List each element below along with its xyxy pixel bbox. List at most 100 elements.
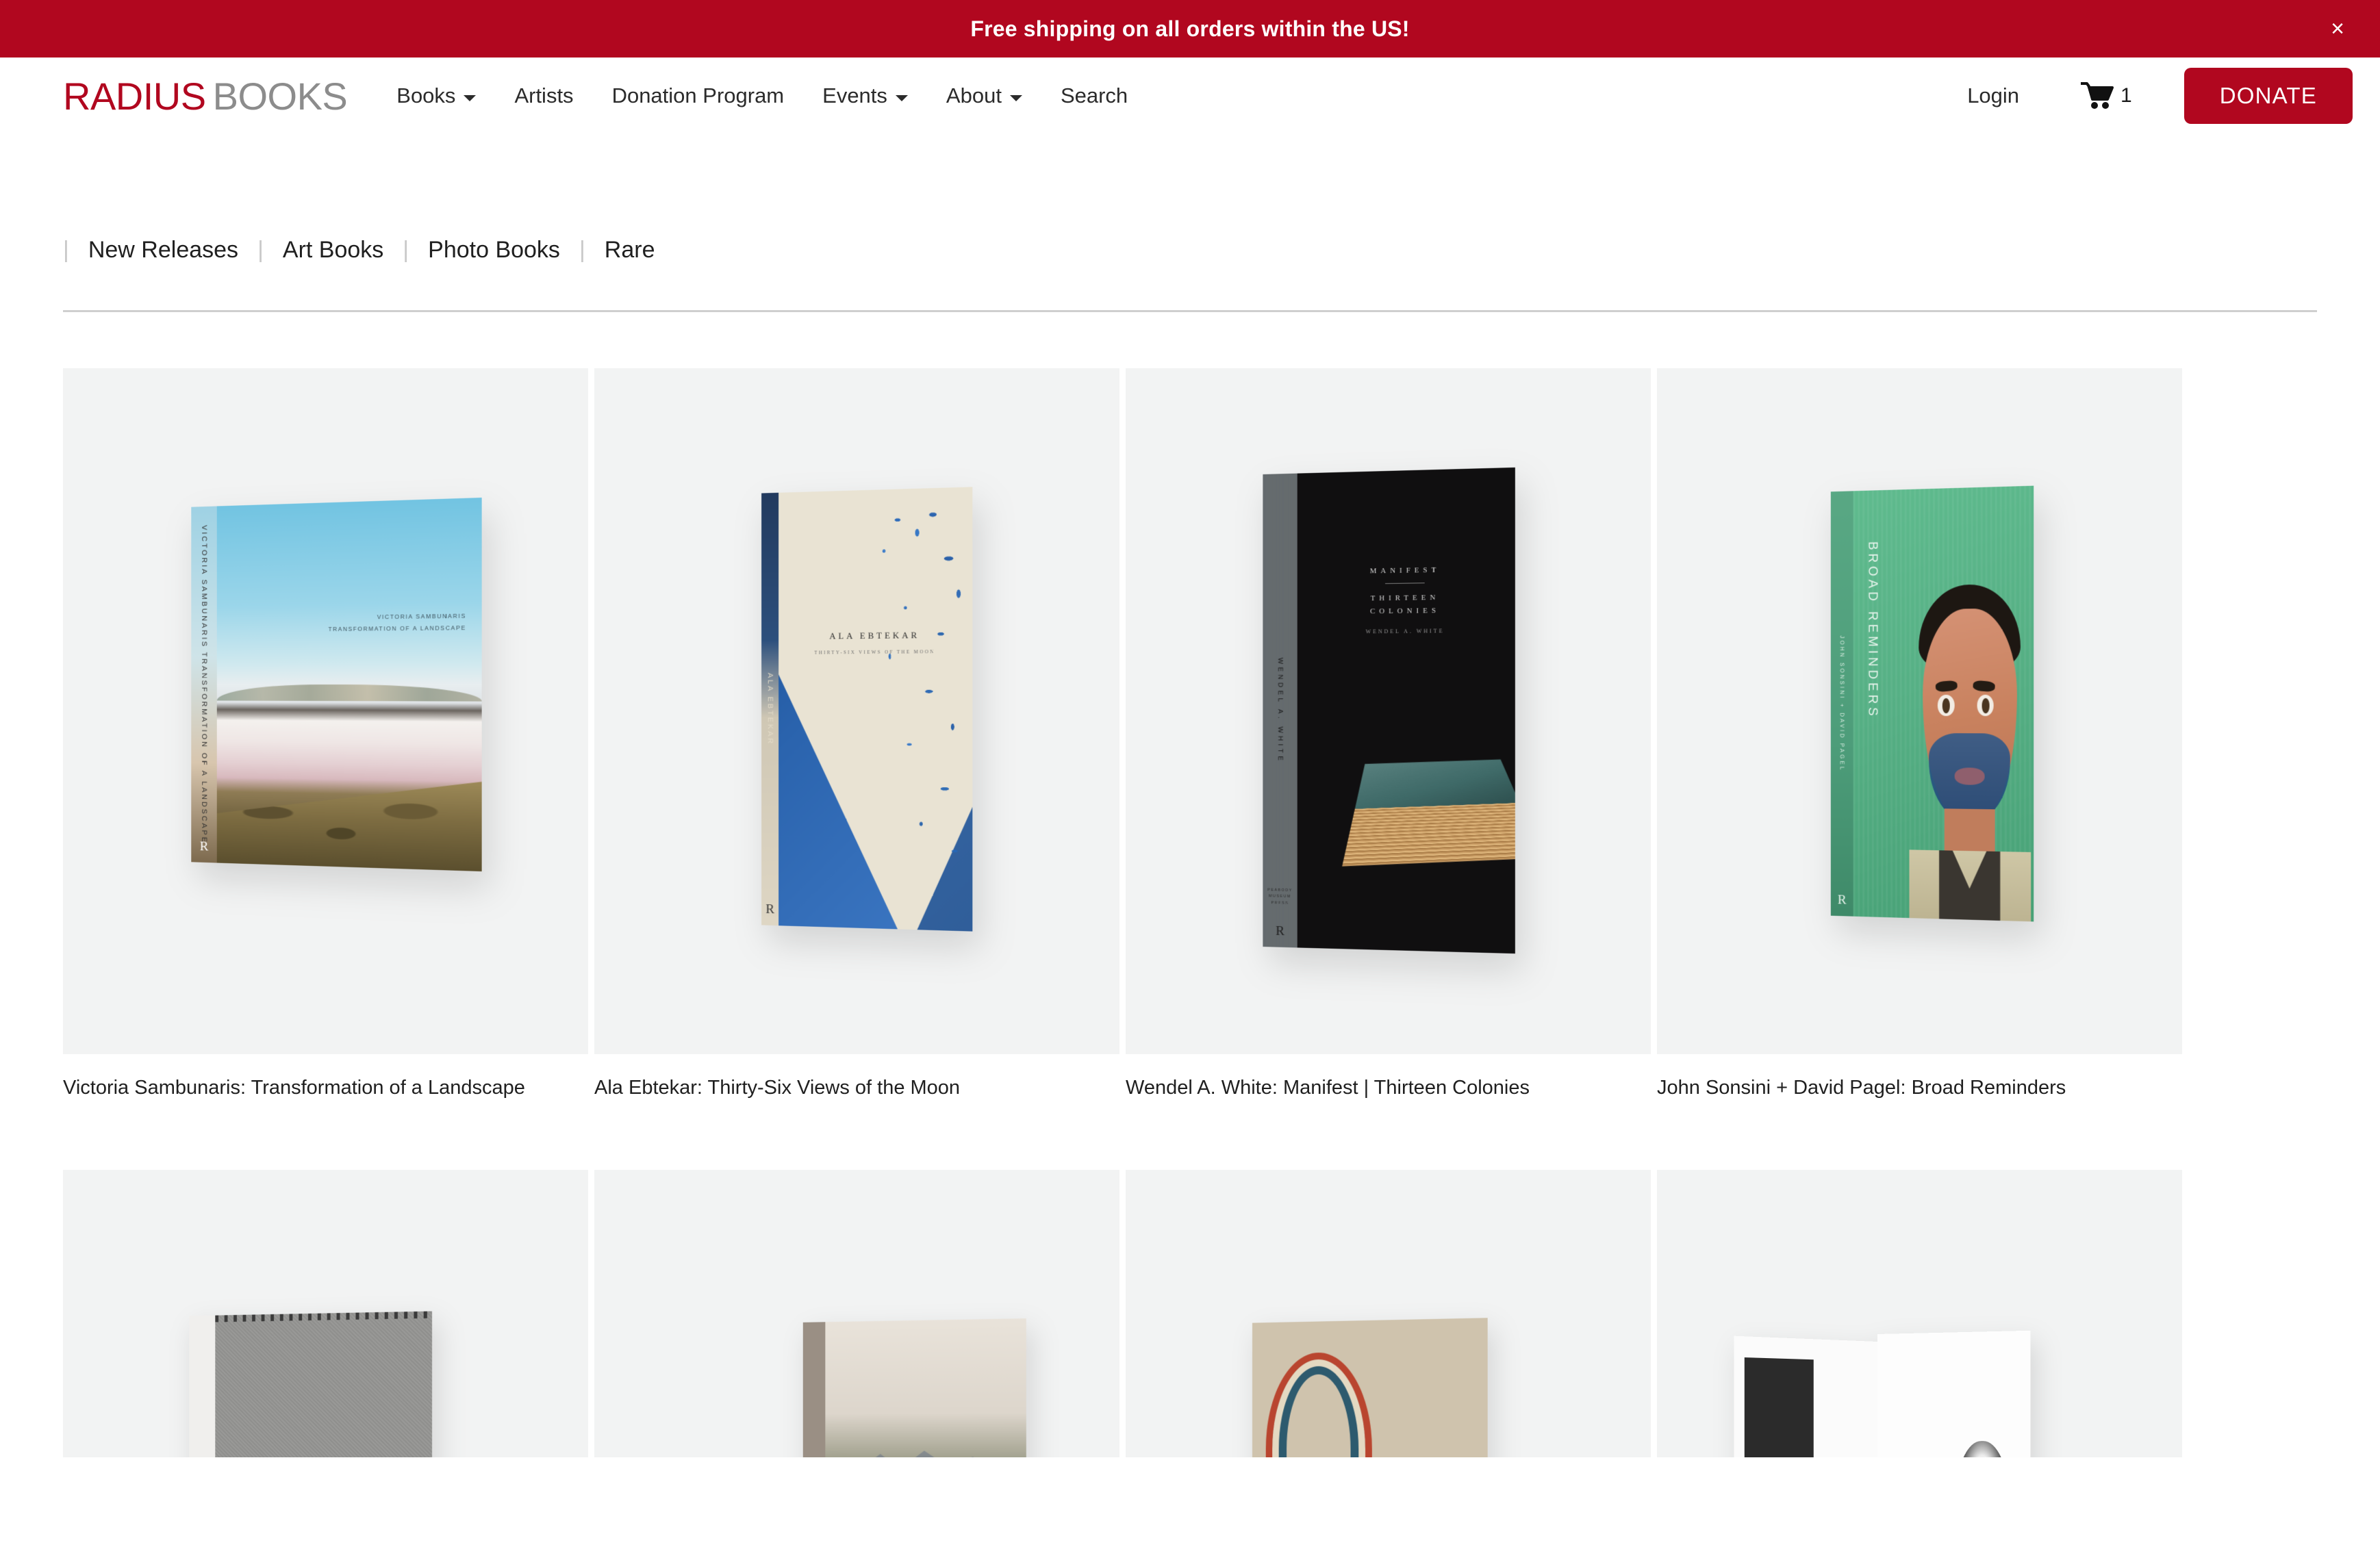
announcement-banner: Free shipping on all orders within the U… (0, 0, 2380, 57)
book-left-page (1734, 1336, 1894, 1457)
nav-item-artists[interactable]: Artists (514, 84, 573, 108)
product-cover-image[interactable] (1657, 1170, 2182, 1457)
tab-new-releases[interactable]: New Releases (88, 237, 238, 264)
cover-author: VICTORIA SAMBUNARIS (328, 610, 466, 624)
product-card[interactable]: WENDEL A. WHITE PEABODY MUSEUM PRESS R M… (1126, 368, 1651, 1101)
nav-label: Artists (514, 84, 573, 108)
book-spine: ALA EBTEKAR R (761, 493, 778, 925)
cart-button[interactable]: 1 (2079, 81, 2132, 111)
login-link[interactable]: Login (1967, 84, 2019, 108)
book-front-cover (215, 1312, 432, 1458)
book-render-open (1739, 1334, 2027, 1457)
book-render: ALA EBTEKAR R ALA EBTEKAR THIRTY-SIX VIE… (761, 487, 972, 931)
portrait-pupil-left (1942, 698, 1950, 713)
cover-portrait-painting (1906, 573, 2034, 921)
book-spine: WENDEL A. WHITE PEABODY MUSEUM PRESS R (1263, 474, 1297, 948)
right-page-portrait-photo (1955, 1441, 2008, 1457)
product-cover-image[interactable] (1126, 1170, 1651, 1457)
book-front-cover: BROAD REMINDERS (1853, 486, 2034, 922)
cover-splatter (778, 487, 972, 931)
cover-author: ALA EBTEKAR (778, 629, 972, 642)
product-card[interactable] (1657, 1170, 2182, 1457)
product-cover-image[interactable]: JOHN SONSINI + DAVID PAGEL R BROAD REMIN… (1657, 368, 2182, 1054)
book-spine: JOHN SONSINI + DAVID PAGEL R (1831, 491, 1853, 916)
product-title[interactable]: Victoria Sambunaris: Transformation of a… (63, 1075, 588, 1101)
book-front-cover (1252, 1318, 1488, 1457)
book-front-cover: VICTORIA SAMBUNARIS TRANSFORMATION OF A … (217, 498, 482, 871)
product-grid-row-1: VICTORIA SAMBUNARIS TRANSFORMATION OF A … (0, 368, 2380, 1101)
donate-button[interactable]: DONATE (2184, 68, 2353, 124)
tab-separator: | (257, 237, 264, 264)
cover-text-block: ALA EBTEKAR THIRTY-SIX VIEWS OF THE MOON (778, 629, 972, 656)
cover-mosaic-arch (1266, 1352, 1372, 1457)
product-cover-image[interactable]: ALA EBTEKAR R ALA EBTEKAR THIRTY-SIX VIE… (594, 368, 1119, 1054)
spine-text: VICTORIA SAMBUNARIS TRANSFORMATION OF A … (200, 525, 207, 844)
product-card[interactable]: VICTORIA SAMBUNARIS TRANSFORMATION OF A … (63, 368, 588, 1101)
cart-count: 1 (2121, 84, 2132, 107)
product-cover-image[interactable]: inventive modernist (594, 1170, 1119, 1457)
product-cover-image[interactable]: WENDEL A. WHITE PEABODY MUSEUM PRESS R M… (1126, 368, 1651, 1054)
cover-mountains (217, 685, 482, 702)
nav-item-about[interactable]: About (946, 84, 1022, 108)
logo-primary: RADIUS (63, 75, 206, 118)
product-cover-image[interactable] (63, 1170, 588, 1457)
product-title[interactable]: John Sonsini + David Pagel: Broad Remind… (1657, 1075, 2182, 1101)
spine-text: ALA EBTEKAR (766, 673, 774, 745)
nav-item-donation-program[interactable]: Donation Program (612, 84, 785, 108)
product-title[interactable]: Wendel A. White: Manifest | Thirteen Col… (1126, 1075, 1651, 1101)
tab-art-books[interactable]: Art Books (283, 237, 383, 264)
tab-separator: | (579, 237, 585, 264)
product-title[interactable]: Ala Ebtekar: Thirty-Six Views of the Moo… (594, 1075, 1119, 1101)
nav-label: About (946, 84, 1002, 108)
cover-rule (1385, 583, 1425, 584)
book-render (189, 1312, 432, 1458)
main-navigation: Books Artists Donation Program Events Ab… (396, 84, 1128, 108)
cover-terrain (217, 777, 482, 871)
product-cover-image[interactable]: VICTORIA SAMBUNARIS TRANSFORMATION OF A … (63, 368, 588, 1054)
cover-author: WENDEL A. WHITE (1297, 628, 1515, 636)
tab-rare[interactable]: Rare (605, 237, 655, 264)
cover-text-block: MANIFEST THIRTEEN COLONIES WENDEL A. WHI… (1297, 565, 1515, 636)
publisher-mark: R (200, 839, 209, 855)
logo-secondary: BOOKS (213, 75, 348, 118)
section-divider (63, 310, 2317, 312)
product-card[interactable]: ALA EBTEKAR R ALA EBTEKAR THIRTY-SIX VIE… (594, 368, 1119, 1101)
publisher-mark: R (1838, 892, 1847, 908)
spine-text: JOHN SONSINI + DAVID PAGEL (1839, 635, 1845, 771)
cover-title-colonies: COLONIES (1297, 603, 1515, 618)
book-spine (189, 1316, 215, 1457)
book-render: JOHN SONSINI + DAVID PAGEL R BROAD REMIN… (1831, 486, 2034, 922)
book-spine (803, 1322, 826, 1457)
product-card[interactable]: JOHN SONSINI + DAVID PAGEL R BROAD REMIN… (1657, 368, 2182, 1101)
tab-photo-books[interactable]: Photo Books (428, 237, 560, 264)
cover-title-manifest: MANIFEST (1297, 565, 1515, 576)
tab-separator: | (63, 237, 69, 264)
product-card[interactable] (63, 1170, 588, 1457)
cover-text-block: VICTORIA SAMBUNARIS TRANSFORMATION OF A … (328, 610, 466, 636)
nav-label: Donation Program (612, 84, 785, 108)
site-logo[interactable]: RADIUS BOOKS (63, 74, 347, 118)
chevron-down-icon (1010, 95, 1022, 101)
product-card[interactable]: inventive modernist (594, 1170, 1119, 1457)
product-card[interactable] (1126, 1170, 1651, 1457)
book-render: inventive modernist (803, 1318, 1026, 1457)
nav-item-search[interactable]: Search (1061, 84, 1128, 108)
cover-mountains (825, 1442, 1026, 1457)
book-front-cover: MANIFEST THIRTEEN COLONIES WENDEL A. WHI… (1297, 468, 1515, 954)
nav-item-books[interactable]: Books (396, 84, 476, 108)
nav-item-events[interactable]: Events (822, 84, 908, 108)
chevron-down-icon (896, 95, 908, 101)
book-spine: VICTORIA SAMBUNARIS TRANSFORMATION OF A … (191, 506, 216, 862)
portrait-mouth (1954, 767, 1985, 785)
book-right-page (1877, 1331, 2031, 1457)
chevron-down-icon (464, 95, 476, 101)
site-header: RADIUS BOOKS Books Artists Donation Progr… (0, 57, 2380, 134)
book-front-cover: inventive modernist (825, 1318, 1026, 1457)
close-icon[interactable]: × (2322, 14, 2353, 44)
book-front-cover: ALA EBTEKAR THIRTY-SIX VIEWS OF THE MOON (778, 487, 972, 931)
announcement-text: Free shipping on all orders within the U… (970, 16, 1409, 42)
tab-separator: | (403, 237, 409, 264)
book-render: VICTORIA SAMBUNARIS TRANSFORMATION OF A … (191, 498, 481, 871)
antique-book-pages (1342, 803, 1515, 866)
shopping-cart-icon (2079, 81, 2115, 111)
